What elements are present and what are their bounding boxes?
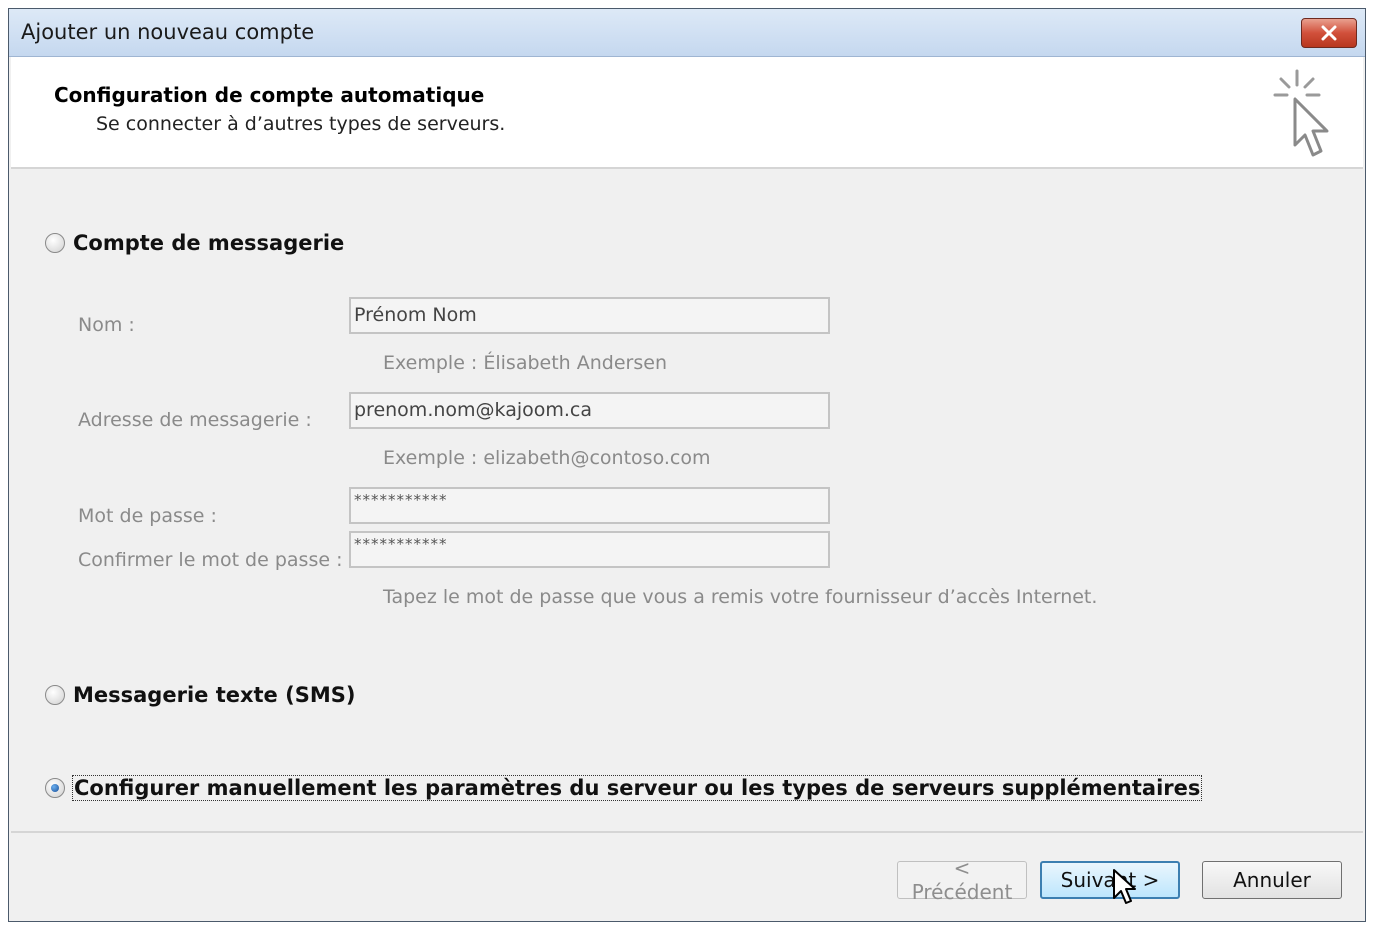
email-account-radio[interactable] (45, 233, 65, 253)
sms-option[interactable]: Messagerie texte (SMS) (45, 683, 355, 707)
next-button[interactable]: Suivant > (1040, 861, 1180, 899)
header-subtitle: Se connecter à d’autres types de serveur… (96, 113, 506, 135)
manual-config-option[interactable]: Configurer manuellement les paramètres d… (45, 775, 1203, 801)
name-hint: Exemple : Élisabeth Andersen (383, 352, 667, 374)
email-account-option[interactable]: Compte de messagerie (45, 231, 344, 255)
manual-config-radio[interactable] (45, 778, 65, 798)
add-account-dialog: Ajouter un nouveau compte Configuration … (8, 8, 1366, 922)
mouse-pointer-icon (1113, 869, 1136, 904)
back-button[interactable]: < Précédent (897, 856, 1027, 904)
cursor-sparkle-icon (1273, 69, 1329, 157)
manual-config-label[interactable]: Configurer manuellement les paramètres d… (71, 775, 1203, 801)
cancel-button[interactable]: Annuler (1202, 861, 1342, 899)
window-title: Ajouter un nouveau compte (21, 20, 315, 44)
confirm-password-label: Confirmer le mot de passe : (78, 549, 343, 571)
close-icon (1321, 25, 1337, 41)
sms-label[interactable]: Messagerie texte (SMS) (73, 683, 355, 707)
header-title: Configuration de compte automatique (54, 83, 485, 107)
password-label: Mot de passe : (78, 505, 217, 527)
password-field[interactable]: *********** (349, 487, 830, 524)
close-button[interactable] (1301, 18, 1357, 48)
email-field[interactable]: prenom.nom@kajoom.ca (349, 392, 830, 429)
sms-radio[interactable] (45, 685, 65, 705)
password-hint: Tapez le mot de passe que vous a remis v… (383, 586, 1098, 608)
email-label: Adresse de messagerie : (78, 409, 312, 431)
email-hint: Exemple : elizabeth@contoso.com (383, 447, 711, 469)
footer-divider (11, 831, 1363, 833)
wizard-content: Compte de messagerie Nom : Prénom Nom Ex… (11, 169, 1363, 831)
name-field[interactable]: Prénom Nom (349, 297, 830, 334)
name-label: Nom : (78, 314, 135, 336)
confirm-password-field[interactable]: *********** (349, 531, 830, 568)
title-bar: Ajouter un nouveau compte (9, 9, 1365, 57)
wizard-header: Configuration de compte automatique Se c… (11, 57, 1363, 169)
email-account-label[interactable]: Compte de messagerie (73, 231, 344, 255)
